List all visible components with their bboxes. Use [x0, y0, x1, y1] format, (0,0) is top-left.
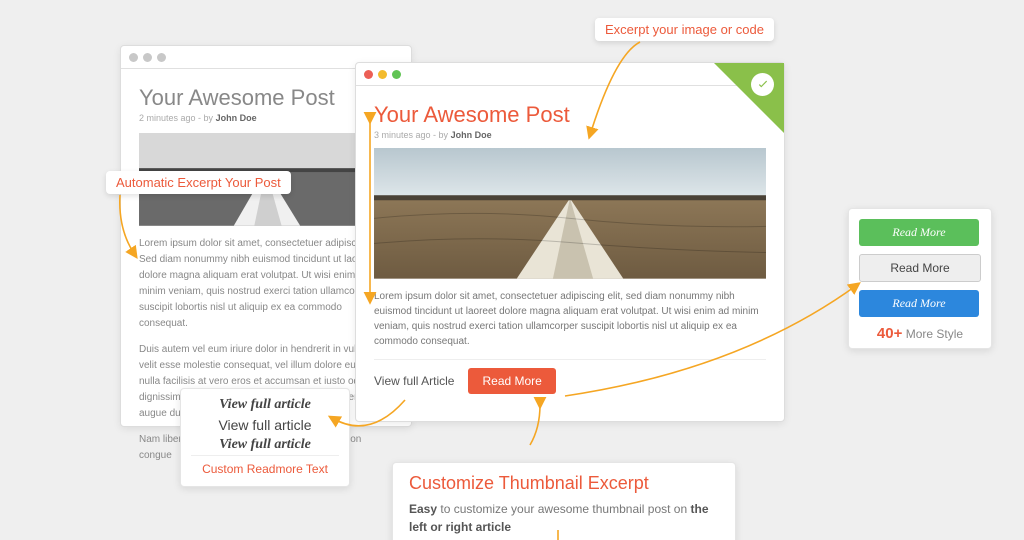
traffic-dot [157, 53, 166, 62]
road-image-color [374, 148, 766, 279]
callout-auto-excerpt: Automatic Excerpt Your Post [106, 171, 291, 194]
thumbnail-callout-title: Customize Thumbnail Excerpt [409, 473, 719, 494]
custom-readmore-label: Custom Readmore Text [191, 456, 339, 478]
post-meta: 3 minutes ago - by John Doe [374, 130, 766, 140]
thumbnail-callout: Customize Thumbnail Excerpt Easy to cust… [392, 462, 736, 540]
meta-time: 2 minutes ago [139, 113, 196, 123]
divider [374, 359, 766, 360]
readmore-style-grey[interactable]: Read More [859, 254, 981, 282]
desc-bold1: Easy [409, 502, 437, 516]
readmore-style-green[interactable]: Read More [859, 219, 979, 246]
meta-author: John Doe [216, 113, 257, 123]
readmore-variant-2: View full article [191, 415, 339, 435]
style-more-label: More Style [902, 327, 963, 341]
traffic-dot-max[interactable] [392, 70, 401, 79]
meta-by: by [439, 130, 449, 140]
window-color-body: Your Awesome Post 3 minutes ago - by Joh… [356, 86, 784, 410]
readmore-text-panel: View full article View full article View… [180, 388, 350, 487]
post-title: Your Awesome Post [374, 102, 766, 128]
view-full-link[interactable]: View full Article [374, 374, 454, 388]
read-more-button[interactable]: Read More [468, 368, 555, 394]
thumbnail-callout-desc: Easy to customize your awesome thumbnail… [409, 500, 719, 536]
thumbnail-color [374, 148, 766, 279]
desc-mid: to customize your awesome thumbnail post… [437, 502, 690, 516]
action-row: View full Article Read More [374, 368, 766, 394]
callout-excerpt-image: Excerpt your image or code [595, 18, 774, 41]
meta-author: John Doe [451, 130, 492, 140]
traffic-dot [129, 53, 138, 62]
traffic-dot-close[interactable] [364, 70, 373, 79]
meta-time: 3 minutes ago [374, 130, 431, 140]
style-count: 40+ [877, 325, 902, 342]
more-styles: 40+ More Style [859, 325, 981, 342]
corner-ribbon [714, 63, 784, 133]
check-icon [751, 73, 774, 96]
traffic-dot-min[interactable] [378, 70, 387, 79]
readmore-variant-3: View full article [191, 435, 339, 456]
traffic-dot [143, 53, 152, 62]
window-color-post: Your Awesome Post 3 minutes ago - by Joh… [355, 62, 785, 422]
readmore-variant-1: View full article [191, 395, 339, 415]
meta-by: by [204, 113, 214, 123]
lorem-excerpt: Lorem ipsum dolor sit amet, consectetuer… [374, 289, 766, 349]
readmore-style-blue[interactable]: Read More [859, 290, 979, 317]
style-panel: Read More Read More Read More 40+ More S… [848, 208, 992, 349]
